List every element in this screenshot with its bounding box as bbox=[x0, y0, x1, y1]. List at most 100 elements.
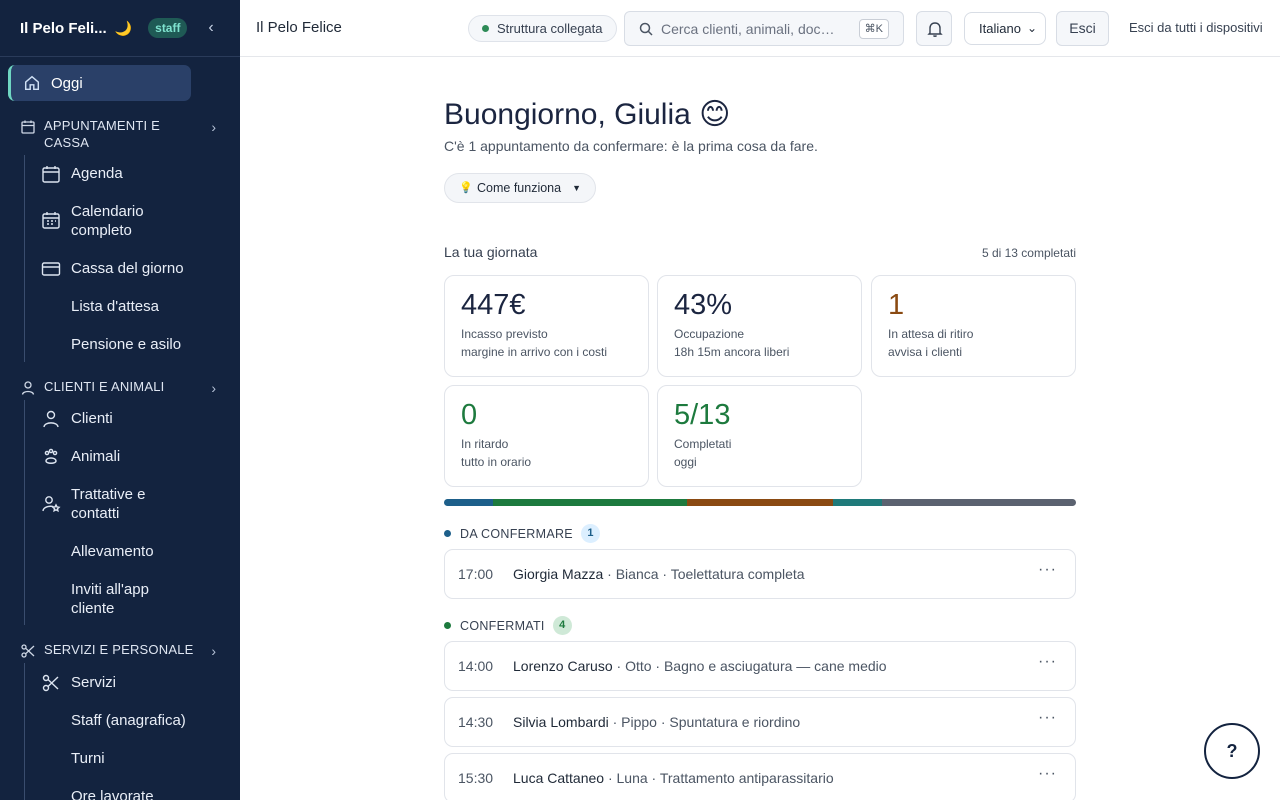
group-label: DA CONFERMARE bbox=[460, 526, 573, 541]
group-header-to-confirm: DA CONFERMARE 1 bbox=[444, 524, 600, 543]
group-status-dot-icon bbox=[444, 530, 451, 537]
sidebar-item-label: Pensione e asilo bbox=[71, 336, 182, 353]
sidebar-item-servizi[interactable]: Servizi bbox=[41, 673, 231, 693]
page-title: Il Pelo Felice bbox=[256, 19, 342, 36]
sidebar-item-pensione[interactable]: Pensione e asilo bbox=[41, 335, 231, 354]
more-options-icon[interactable]: ··· bbox=[1038, 709, 1057, 727]
stat-card-late[interactable]: 0 In ritardo tutto in orario bbox=[444, 385, 649, 487]
how-it-works-button[interactable]: 💡 Come funziona ▼ bbox=[444, 173, 597, 203]
greeting-heading: Buongiorno, Giulia 😊 bbox=[444, 97, 730, 132]
stat-detail: tutto in orario bbox=[461, 455, 532, 469]
status-dot-icon bbox=[482, 25, 489, 32]
sidebar-item-ore-lavorate[interactable]: Ore lavorate bbox=[41, 787, 231, 800]
chevron-right-icon: › bbox=[211, 643, 216, 659]
topbar: Il Pelo Felice Struttura collegata Cerca… bbox=[240, 0, 1280, 57]
search-input[interactable]: Cerca clienti, animali, documenti… ⌘K bbox=[624, 11, 904, 46]
stat-card-completed[interactable]: 5/13 Completati oggi bbox=[657, 385, 862, 487]
brand-name[interactable]: Il Pelo Feli... bbox=[20, 20, 107, 37]
language-select[interactable]: Italiano ⌄ bbox=[964, 12, 1046, 45]
sidebar-item-label: Servizi bbox=[71, 674, 117, 691]
stat-label: Occupazione bbox=[674, 327, 745, 341]
chevron-right-icon: › bbox=[211, 119, 216, 135]
stat-value: 447€ bbox=[461, 289, 526, 321]
more-options-icon[interactable]: ··· bbox=[1038, 653, 1057, 671]
sidebar-item-cassa[interactable]: Cassa del giorno bbox=[41, 259, 231, 279]
sidebar-item-label: Clienti bbox=[71, 410, 113, 427]
appointment-detail: · Otto · Bagno e asciugatura — cane medi… bbox=[612, 658, 887, 674]
chevron-down-icon: ⌄ bbox=[1026, 21, 1037, 35]
sidebar-section-label: SERVIZI E PERSONALE bbox=[44, 642, 194, 657]
stat-card-pickup[interactable]: 1 In attesa di ritiro avvisa i clienti bbox=[871, 275, 1076, 377]
notifications-button[interactable] bbox=[916, 11, 952, 46]
stat-label: Completati bbox=[674, 437, 732, 451]
sidebar-section-appuntamenti[interactable]: APPUNTAMENTI E CASSA › bbox=[0, 117, 240, 151]
sidebar-item-allevamento[interactable]: Allevamento bbox=[41, 542, 231, 561]
sidebar: Il Pelo Feli... 🌙 staff ‹ Oggi APPUNTAME… bbox=[0, 0, 240, 800]
appointment-client: Luca Cattaneo bbox=[513, 770, 605, 786]
day-section-title: La tua giornata bbox=[444, 244, 538, 260]
search-placeholder: Cerca clienti, animali, documenti… bbox=[661, 21, 839, 37]
more-options-icon[interactable]: ··· bbox=[1038, 765, 1057, 783]
sidebar-item-label: Allevamento bbox=[71, 543, 154, 560]
smile-emoji-icon: 😊 bbox=[699, 98, 731, 131]
appointment-row[interactable]: 14:30 Silvia Lombardi · Pippo · Spuntatu… bbox=[444, 697, 1076, 747]
sidebar-item-trattative[interactable]: Trattative e contatti bbox=[41, 485, 231, 523]
user-star-icon bbox=[42, 496, 61, 513]
calendar-icon bbox=[42, 166, 60, 183]
sidebar-item-agenda[interactable]: Agenda bbox=[41, 164, 231, 184]
sidebar-item-clienti[interactable]: Clienti bbox=[41, 409, 231, 429]
structure-status-label: Struttura collegata bbox=[497, 21, 603, 36]
appointment-client: Giorgia Mazza bbox=[513, 566, 604, 582]
sidebar-item-calendario[interactable]: Calendario completo bbox=[41, 202, 231, 240]
sidebar-item-label: Animali bbox=[71, 448, 121, 465]
progress-segment bbox=[881, 499, 1076, 506]
sidebar-item-label: Ore lavorate bbox=[71, 788, 154, 800]
logout-button[interactable]: Esci bbox=[1056, 11, 1109, 46]
appointment-time: 15:30 bbox=[458, 770, 494, 786]
sidebar-item-label: Oggi bbox=[51, 74, 83, 92]
stat-card-occupancy[interactable]: 43% Occupazione 18h 15m ancora liberi bbox=[657, 275, 862, 377]
sidebar-item-lista-attesa[interactable]: Lista d'attesa bbox=[41, 297, 231, 316]
sidebar-section-servizi[interactable]: SERVIZI E PERSONALE › bbox=[0, 641, 240, 659]
stat-card-revenue[interactable]: 447€ Incasso previsto margine in arrivo … bbox=[444, 275, 649, 377]
sidebar-section-clienti[interactable]: CLIENTI E ANIMALI › bbox=[0, 378, 240, 396]
stat-label: In ritardo bbox=[461, 437, 509, 451]
appointment-row[interactable]: 14:00 Lorenzo Caruso · Otto · Bagno e as… bbox=[444, 641, 1076, 691]
sidebar-item-turni[interactable]: Turni bbox=[41, 749, 231, 768]
group-header-confirmed: CONFERMATI 4 bbox=[444, 616, 572, 635]
more-options-icon[interactable]: ··· bbox=[1038, 561, 1057, 579]
appointment-description: Giorgia Mazza · Bianca · Toelettatura co… bbox=[513, 566, 805, 582]
appointment-detail: · Bianca · Toelettatura completa bbox=[603, 566, 805, 582]
moon-icon[interactable]: 🌙 bbox=[115, 20, 132, 37]
sidebar-item-label: Calendario completo bbox=[71, 203, 144, 239]
sidebar-item-oggi[interactable]: Oggi bbox=[8, 65, 191, 101]
scissors-icon bbox=[42, 674, 59, 692]
stat-value: 1 bbox=[888, 289, 905, 321]
collapse-sidebar-icon[interactable]: ‹ bbox=[202, 19, 220, 37]
section-divider-line bbox=[24, 663, 25, 800]
sidebar-header: Il Pelo Feli... 🌙 staff ‹ bbox=[0, 0, 240, 57]
appointment-row[interactable]: 17:00 Giorgia Mazza · Bianca · Toelettat… bbox=[444, 549, 1076, 599]
sidebar-item-inviti[interactable]: Inviti all'app cliente bbox=[41, 580, 231, 618]
progress-segment bbox=[833, 499, 882, 506]
credit-card-icon bbox=[41, 262, 61, 276]
group-count-badge: 4 bbox=[552, 616, 572, 635]
stat-value: 0 bbox=[461, 399, 478, 431]
chevron-right-icon: › bbox=[211, 380, 216, 396]
help-button[interactable]: ? bbox=[1204, 723, 1260, 779]
appointment-description: Silvia Lombardi · Pippo · Spuntatura e r… bbox=[513, 714, 800, 730]
user-icon bbox=[43, 410, 59, 428]
sidebar-item-animali[interactable]: Animali bbox=[41, 447, 231, 467]
sidebar-section-label: CLIENTI E ANIMALI bbox=[44, 379, 165, 394]
calendar-grid-icon bbox=[42, 212, 60, 229]
logout-all-devices-link[interactable]: Esci da tutti i dispositivi bbox=[1129, 20, 1263, 35]
sidebar-item-staff[interactable]: Staff (anagrafica) bbox=[41, 711, 231, 730]
lightbulb-icon: 💡 bbox=[459, 182, 473, 194]
calendar-icon bbox=[21, 120, 35, 134]
bell-icon bbox=[927, 22, 943, 37]
stat-label: In attesa di ritiro bbox=[888, 327, 974, 341]
appointment-row[interactable]: 15:30 Luca Cattaneo · Luna · Trattamento… bbox=[444, 753, 1076, 800]
sidebar-item-label: Cassa del giorno bbox=[71, 260, 184, 277]
structure-status-badge[interactable]: Struttura collegata bbox=[468, 15, 617, 42]
appointment-time: 14:30 bbox=[458, 714, 494, 730]
